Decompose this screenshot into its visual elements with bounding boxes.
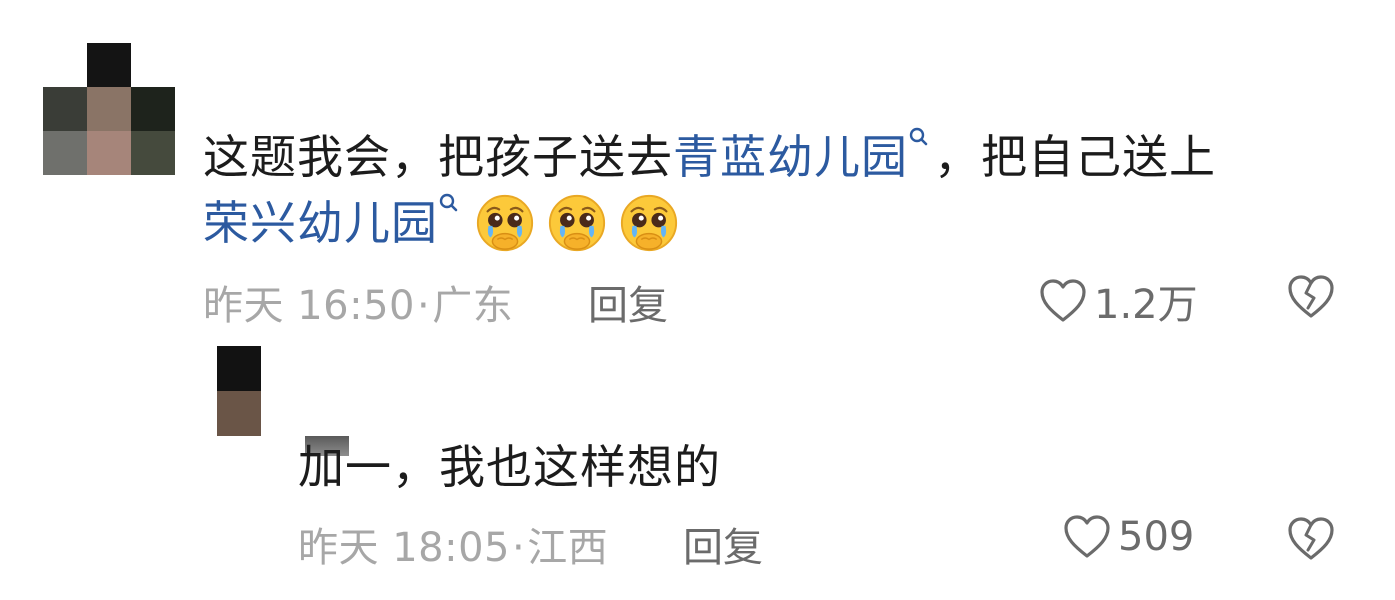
- pleading-face-emoji-icon: [620, 194, 678, 251]
- reply-text: 加一，我也这样想的: [298, 440, 721, 494]
- search-icon: [439, 193, 458, 212]
- avatar-pixel: [131, 87, 175, 131]
- meta-separator: ·: [417, 283, 431, 329]
- avatar-pixel: [43, 131, 87, 175]
- avatar-pixel: [217, 346, 261, 391]
- comment-like-button[interactable]: 1.2万: [1038, 272, 1198, 330]
- reply-location: 江西: [527, 525, 609, 571]
- comment-time: 昨天 16:50: [203, 283, 415, 329]
- keyword-link-label: 荣兴幼儿园: [203, 196, 438, 250]
- reply-time: 昨天 18:05: [298, 525, 510, 571]
- commenter-avatar[interactable]: [43, 43, 175, 175]
- reply-meta: 昨天 18:05·江西: [298, 515, 608, 573]
- heart-outline-icon: [1064, 515, 1110, 558]
- avatar-pixel: [131, 131, 175, 175]
- comment-meta: 昨天 16:50·广东: [203, 273, 513, 331]
- broken-heart-icon: [1288, 275, 1334, 318]
- avatar-pixel: [217, 391, 261, 436]
- heart-outline-icon: [1040, 279, 1086, 322]
- keyword-link-qinglan[interactable]: 青蓝幼儿园: [673, 127, 934, 184]
- reply-reply-button[interactable]: 回复: [683, 515, 763, 573]
- broken-heart-icon: [1288, 517, 1334, 560]
- reply-like-button[interactable]: 509: [1062, 514, 1194, 560]
- keyword-link-label: 青蓝幼儿园: [673, 130, 908, 184]
- reply-like-count: 509: [1118, 514, 1195, 560]
- comment-reply-button[interactable]: 回复: [588, 273, 668, 331]
- meta-separator: ·: [512, 525, 526, 571]
- comment-location: 广东: [432, 283, 514, 329]
- reply-dislike-button[interactable]: [1285, 516, 1337, 566]
- search-icon: [909, 127, 928, 146]
- comment-text: 这题我会，把孩子送去青蓝幼儿园 ，把自己送上荣兴幼儿园: [203, 124, 1353, 256]
- avatar-pixel: [43, 87, 87, 131]
- comment-like-count: 1.2万: [1094, 282, 1198, 328]
- pleading-face-emoji-icon: [548, 194, 606, 251]
- pleading-face-emoji-icon: [476, 194, 534, 251]
- replier-avatar[interactable]: [217, 346, 261, 436]
- avatar-pixel: [87, 131, 131, 175]
- comment-dislike-button[interactable]: [1285, 274, 1337, 324]
- keyword-link-rongxing[interactable]: 荣兴幼儿园: [203, 193, 464, 250]
- avatar-pixel: [87, 87, 131, 131]
- comment-text-part: ，把自己送上: [934, 130, 1216, 184]
- avatar-pixel: [87, 43, 131, 87]
- comment-text-part: 这题我会，把孩子送去: [203, 130, 673, 184]
